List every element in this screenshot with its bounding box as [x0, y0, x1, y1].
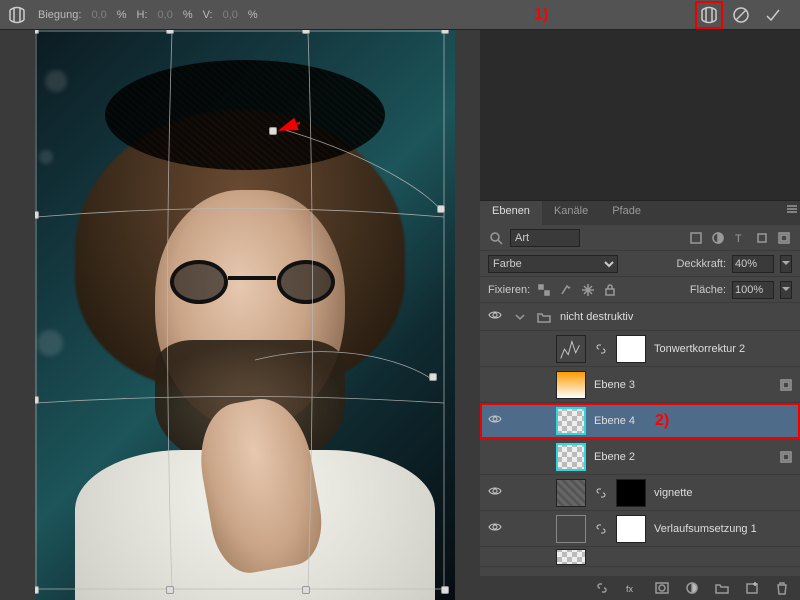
layer-filter-type[interactable]	[510, 229, 580, 247]
filter-search-icon[interactable]	[488, 230, 504, 246]
tab-layers[interactable]: Ebenen	[480, 201, 542, 225]
filter-type-icon[interactable]: T	[732, 230, 748, 246]
fill-dropdown[interactable]	[780, 281, 792, 299]
tab-paths[interactable]: Pfade	[600, 201, 653, 225]
options-bar: Biegung: 0,0 % H: 0,0 % V: 0,0 %	[0, 0, 800, 30]
mask-button[interactable]	[654, 580, 670, 596]
annotation-1: 1)	[534, 6, 548, 24]
layer-row-extra[interactable]	[480, 547, 800, 567]
layer-group-label: nicht destruktiv	[560, 311, 633, 323]
svg-text:T: T	[735, 233, 742, 245]
warp-mode-icon[interactable]	[6, 4, 28, 26]
commit-transform-button[interactable]	[762, 4, 784, 26]
opacity-dropdown[interactable]	[780, 255, 792, 273]
opacity-label: Deckkraft:	[676, 258, 726, 270]
layer-label: Tonwertkorrektur 2	[654, 343, 745, 355]
layer-label: Ebene 2	[594, 451, 635, 463]
layer-row-ebene3[interactable]: Ebene 3	[480, 367, 800, 403]
bend-value[interactable]: 0,0	[91, 9, 106, 21]
visibility-toggle[interactable]	[488, 308, 502, 325]
layer-row-levels[interactable]: Tonwertkorrektur 2	[480, 331, 800, 367]
layer-label: Verlaufsumsetzung 1	[654, 523, 757, 535]
adjustment-thumb	[556, 479, 586, 507]
layer-thumb	[556, 549, 586, 565]
mask-thumb[interactable]	[616, 335, 646, 363]
layers-panel: Ebenen Kanäle Pfade T Farbe Deckkraft: F…	[480, 200, 800, 600]
layer-group-row[interactable]: nicht destruktiv	[480, 303, 800, 331]
filter-shape-icon[interactable]	[754, 230, 770, 246]
v-value[interactable]: 0,0	[223, 9, 238, 21]
bend-label: Biegung:	[38, 9, 81, 21]
lock-pixels-icon[interactable]	[558, 282, 574, 298]
layer-thumb	[556, 407, 586, 435]
adjustment-thumb-levels	[556, 335, 586, 363]
layer-label: vignette	[654, 487, 693, 499]
link-icon[interactable]	[594, 342, 608, 356]
layer-row-ebene2[interactable]: Ebene 2	[480, 439, 800, 475]
trash-button[interactable]	[774, 580, 790, 596]
h-value[interactable]: 0,0	[158, 9, 173, 21]
visibility-toggle[interactable]	[488, 484, 502, 501]
filter-adjust-icon[interactable]	[710, 230, 726, 246]
h-label: H:	[137, 9, 148, 21]
lock-label: Fixieren:	[488, 284, 530, 296]
layer-label: Ebene 4	[594, 415, 635, 427]
layer-thumb	[556, 443, 586, 471]
fx-button[interactable]: fx	[624, 580, 640, 596]
group-button[interactable]	[714, 580, 730, 596]
visibility-toggle[interactable]	[488, 412, 502, 429]
annotation-2: 2)	[655, 412, 669, 430]
fill-label: Fläche:	[690, 284, 726, 296]
opacity-input[interactable]	[732, 255, 774, 273]
layer-row-gradmap[interactable]: Verlaufsumsetzung 1	[480, 511, 800, 547]
panel-menu-icon[interactable]	[784, 201, 800, 217]
mask-thumb[interactable]	[616, 515, 646, 543]
layers-list: nicht destruktiv Tonwertkorrektur 2 Eben…	[480, 303, 800, 567]
layers-panel-footer: fx	[480, 576, 800, 600]
filter-pixel-icon[interactable]	[688, 230, 704, 246]
h-pct: %	[183, 9, 193, 21]
toggle-warp-freeform-button[interactable]	[698, 4, 720, 26]
layer-row-ebene4[interactable]: Ebene 4 2)	[480, 403, 800, 439]
cancel-transform-button[interactable]	[730, 4, 752, 26]
svg-text:fx: fx	[626, 584, 634, 594]
adjustment-thumb-gradmap	[556, 515, 586, 543]
blend-mode-select[interactable]: Farbe	[488, 255, 618, 273]
tab-channels[interactable]: Kanäle	[542, 201, 600, 225]
folder-icon	[536, 309, 552, 325]
v-pct: %	[248, 9, 258, 21]
panel-tabs: Ebenen Kanäle Pfade	[480, 201, 800, 225]
document-canvas[interactable]	[35, 30, 455, 600]
bend-pct: %	[117, 9, 127, 21]
fill-input[interactable]	[732, 281, 774, 299]
lock-transparency-icon[interactable]	[536, 282, 552, 298]
link-icon[interactable]	[594, 522, 608, 536]
mask-thumb[interactable]	[616, 479, 646, 507]
link-layers-button[interactable]	[594, 580, 610, 596]
adjustment-button[interactable]	[684, 580, 700, 596]
v-label: V:	[203, 9, 213, 21]
panel-dock-empty	[480, 30, 800, 200]
smartobject-icon	[778, 449, 794, 465]
link-icon[interactable]	[594, 486, 608, 500]
layer-row-vignette[interactable]: vignette	[480, 475, 800, 511]
visibility-toggle[interactable]	[488, 520, 502, 537]
lock-all-icon[interactable]	[602, 282, 618, 298]
smartobject-icon	[778, 377, 794, 393]
warp-transform-box[interactable]	[35, 30, 445, 590]
layer-thumb	[556, 371, 586, 399]
layer-label: Ebene 3	[594, 379, 635, 391]
lock-position-icon[interactable]	[580, 282, 596, 298]
filter-smart-icon[interactable]	[776, 230, 792, 246]
new-layer-button[interactable]	[744, 580, 760, 596]
chevron-down-icon[interactable]	[512, 309, 528, 325]
